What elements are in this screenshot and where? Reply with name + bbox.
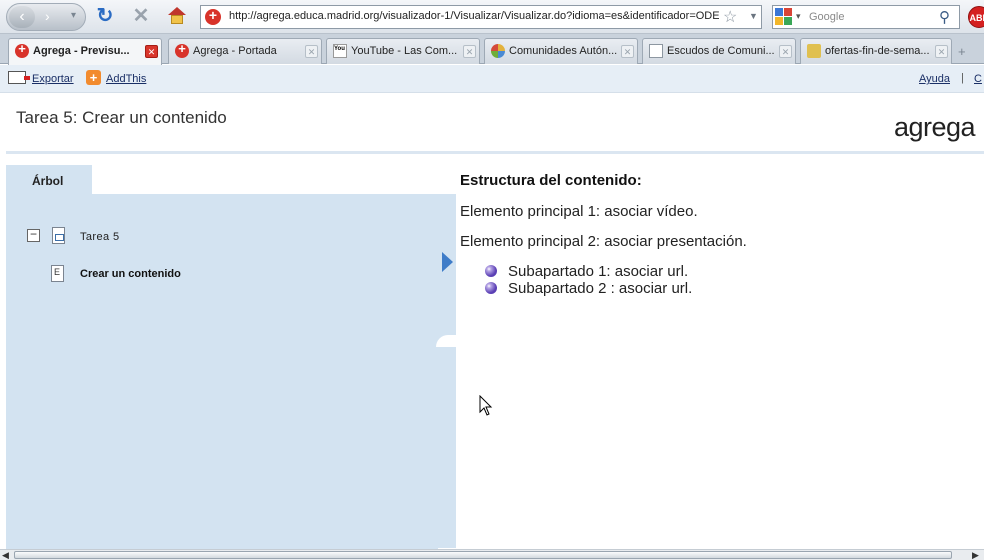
- close-tab-icon[interactable]: ✕: [935, 45, 948, 58]
- element-icon: [51, 265, 64, 282]
- url-bar[interactable]: http://agrega.educa.madrid.org/visualiza…: [200, 5, 762, 29]
- search-engine-dropdown-icon[interactable]: ▾: [796, 11, 801, 22]
- tree-item-crear-contenido[interactable]: Crear un contenido: [80, 268, 181, 280]
- google-icon[interactable]: [775, 8, 793, 26]
- search-bar[interactable]: ▾ Google ⚲: [772, 5, 960, 29]
- home-icon: [168, 7, 186, 15]
- export-link[interactable]: Exportar: [32, 73, 74, 85]
- document-icon: [649, 44, 663, 58]
- content-heading: Estructura del contenido:: [460, 172, 642, 189]
- tab-youtube[interactable]: YouTube - Las Com... ✕: [326, 38, 480, 64]
- content-subitem: Subapartado 2 : asociar url.: [508, 280, 693, 297]
- new-tab-icon[interactable]: +: [958, 44, 966, 59]
- youtube-icon: [333, 44, 347, 58]
- back-button[interactable]: ‹: [9, 6, 35, 28]
- url-dropdown-icon[interactable]: ▼: [749, 11, 758, 21]
- export-icon[interactable]: [8, 71, 30, 84]
- tab-label: Agrega - Portada: [193, 45, 277, 57]
- scroll-left-icon[interactable]: ◀: [2, 550, 9, 560]
- close-tab-icon[interactable]: ✕: [463, 45, 476, 58]
- tab-agrega-preview[interactable]: Agrega - Previsu... ✕: [8, 38, 162, 65]
- site-identity-icon[interactable]: [205, 7, 221, 25]
- tab-arbol[interactable]: Árbol: [6, 165, 92, 195]
- separator: |: [961, 72, 964, 84]
- tab-label: YouTube - Las Com...: [351, 45, 458, 57]
- tree-item-tarea[interactable]: Tarea 5: [80, 231, 120, 243]
- addthis-link[interactable]: AddThis: [106, 73, 146, 85]
- scrollbar-thumb[interactable]: [14, 551, 952, 559]
- sidebar-panel-lower: [6, 340, 438, 550]
- search-input[interactable]: Google: [809, 11, 844, 23]
- globe-icon: [491, 44, 505, 58]
- agrega-icon: [175, 41, 189, 58]
- page-icon: [807, 44, 821, 58]
- tab-strip: Agrega - Previsu... ✕ Agrega - Portada ✕…: [0, 34, 984, 65]
- tab-label: Escudos de Comuni...: [667, 45, 775, 57]
- tab-label: ofertas-fin-de-sema...: [825, 45, 930, 57]
- collapse-panel-arrow-icon[interactable]: [442, 252, 453, 272]
- reload-button[interactable]: ↻: [93, 5, 117, 27]
- close-tab-icon[interactable]: ✕: [145, 45, 158, 58]
- forward-button[interactable]: ›: [45, 8, 50, 24]
- stop-button[interactable]: ✕: [129, 5, 153, 27]
- tab-ofertas[interactable]: ofertas-fin-de-sema... ✕: [800, 38, 952, 64]
- bullet-icon: [485, 265, 497, 277]
- adblock-button[interactable]: ABP: [968, 6, 984, 28]
- tab-label: Agrega - Previsu...: [33, 45, 130, 57]
- content-header: Tarea 5: Crear un contenido agrega: [6, 94, 984, 154]
- close-tab-icon[interactable]: ✕: [305, 45, 318, 58]
- addthis-icon[interactable]: +: [86, 70, 101, 85]
- help-link[interactable]: Ayuda: [919, 73, 950, 85]
- url-text[interactable]: http://agrega.educa.madrid.org/visualiza…: [229, 10, 719, 22]
- tree-collapse-toggle[interactable]: −: [27, 228, 40, 242]
- search-icon[interactable]: ⚲: [939, 8, 950, 26]
- history-dropdown-icon[interactable]: ▾: [71, 10, 76, 21]
- scroll-right-icon[interactable]: ▶: [972, 550, 979, 560]
- content-subitem: Subapartado 1: asociar url.: [508, 263, 689, 280]
- mouse-cursor-icon: [479, 395, 493, 416]
- back-forward-group: ‹ › ▾: [6, 3, 86, 31]
- tab-comunidades[interactable]: Comunidades Autón... ✕: [484, 38, 638, 64]
- content-item: Elemento principal 2: asociar presentaci…: [460, 233, 747, 250]
- close-tab-icon[interactable]: ✕: [621, 45, 634, 58]
- content-item: Elemento principal 1: asociar vídeo.: [460, 203, 698, 220]
- page-toolbar: Exportar + AddThis Ayuda | C: [0, 65, 984, 93]
- tab-escudos[interactable]: Escudos de Comuni... ✕: [642, 38, 796, 64]
- horizontal-scrollbar[interactable]: ◀ ▶: [0, 549, 984, 560]
- browser-toolbar: ‹ › ▾ ↻ ✕ http://agrega.educa.madrid.org…: [0, 0, 984, 34]
- tab-agrega-portada[interactable]: Agrega - Portada ✕: [168, 38, 322, 64]
- bullet-icon: [485, 282, 497, 294]
- tab-label: Comunidades Autón...: [509, 45, 617, 57]
- brand-logo[interactable]: agrega: [894, 112, 976, 143]
- bookmark-star-icon[interactable]: ☆: [723, 7, 737, 27]
- agrega-icon: [15, 41, 29, 58]
- page-title: Tarea 5: Crear un contenido: [16, 108, 227, 127]
- task-icon: [52, 227, 65, 244]
- close-tab-icon[interactable]: ✕: [779, 45, 792, 58]
- extra-link[interactable]: C: [974, 73, 982, 85]
